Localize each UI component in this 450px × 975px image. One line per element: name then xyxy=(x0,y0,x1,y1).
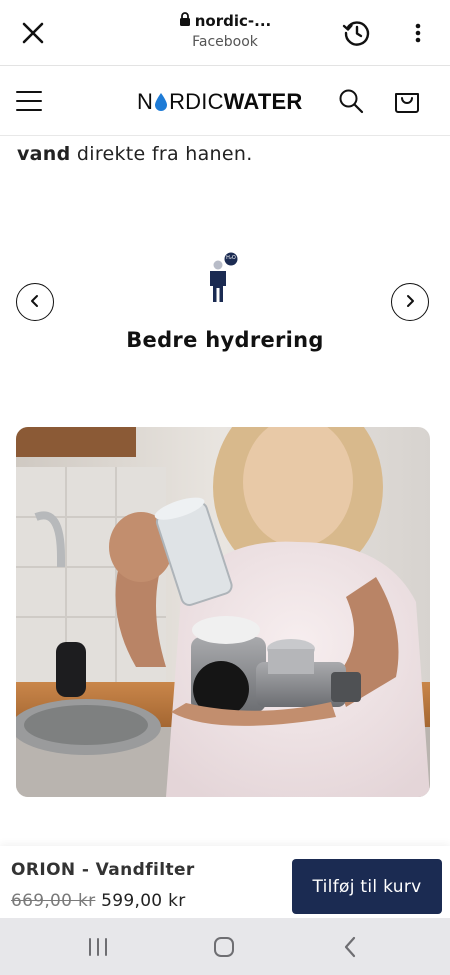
water-drop-icon xyxy=(154,92,168,112)
search-icon[interactable] xyxy=(336,86,366,116)
home-icon[interactable] xyxy=(212,935,236,959)
close-icon[interactable] xyxy=(18,18,48,48)
current-price: 599,00 kr xyxy=(101,891,186,911)
nordicwater-logo[interactable]: N RDIC WATER xyxy=(137,88,302,116)
intro-text: vand direkte fra hanen. xyxy=(17,143,253,165)
sticky-add-to-cart-bar: ORION - Vandfilter 669,00 kr 599,00 kr T… xyxy=(0,846,450,918)
url-text: nordic-... xyxy=(194,12,272,30)
feature-title: Bedre hydrering xyxy=(126,328,324,352)
history-icon[interactable] xyxy=(340,16,374,50)
hamburger-icon[interactable] xyxy=(14,86,44,116)
intro-rest: direkte fra hanen. xyxy=(70,143,253,165)
site-header: N RDIC WATER xyxy=(0,66,450,136)
source-label: Facebook xyxy=(192,34,258,50)
price-row: 669,00 kr 599,00 kr xyxy=(11,891,186,911)
url-display[interactable]: nordic-... Facebook xyxy=(150,12,300,50)
carousel-next-button[interactable] xyxy=(391,283,429,321)
back-icon[interactable] xyxy=(338,935,362,959)
android-nav-bar xyxy=(0,918,450,975)
cart-icon[interactable] xyxy=(391,85,423,117)
chevron-right-icon xyxy=(404,293,416,312)
old-price: 669,00 kr xyxy=(11,891,96,911)
more-vertical-icon[interactable] xyxy=(404,18,432,48)
chevron-left-icon xyxy=(29,293,41,312)
logo-text-water: WATER xyxy=(223,89,303,114)
intro-bold: vand xyxy=(17,143,71,165)
logo-text-rdic: RDIC xyxy=(169,89,224,114)
recent-apps-icon[interactable] xyxy=(86,936,110,958)
lock-icon xyxy=(179,12,191,30)
product-name: ORION - Vandfilter xyxy=(11,860,195,880)
browser-toolbar: nordic-... Facebook xyxy=(0,0,450,66)
add-to-cart-button[interactable]: Tilføj til kurv xyxy=(292,859,442,914)
product-photo xyxy=(16,427,430,797)
logo-letter-n: N xyxy=(137,89,154,114)
h2o-badge: H₂O xyxy=(226,255,236,261)
carousel-prev-button[interactable] xyxy=(16,283,54,321)
